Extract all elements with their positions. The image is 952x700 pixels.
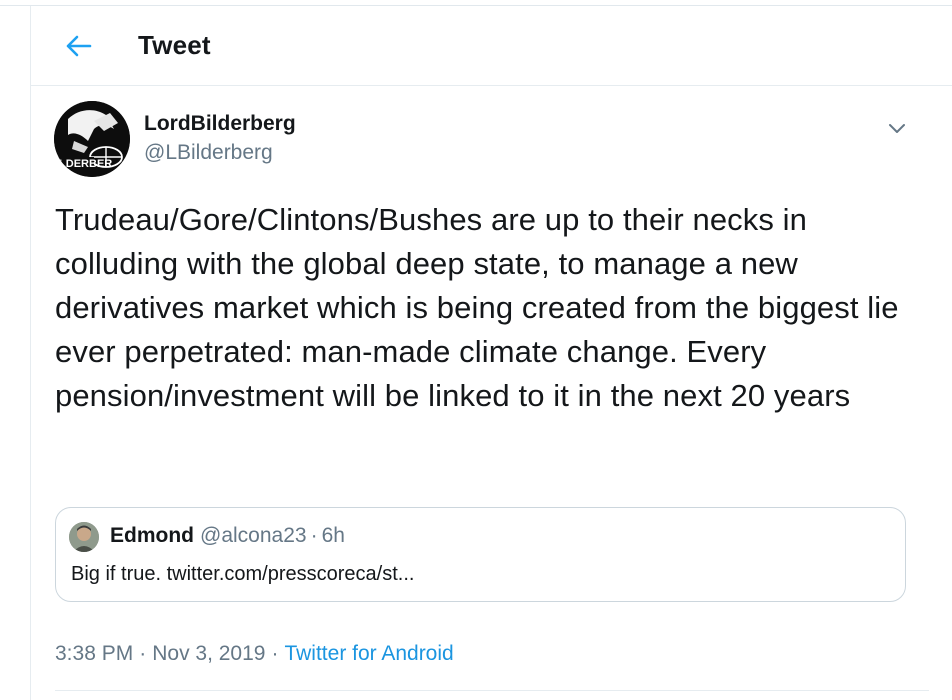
tweet-menu-button[interactable] — [881, 112, 913, 144]
quoted-display-name: Edmond — [110, 524, 194, 547]
author-display-name[interactable]: LordBilderberg — [144, 112, 296, 136]
page-title: Tweet — [138, 30, 211, 60]
tweet-meta: 3:38 PM · Nov 3, 2019 · Twitter for Android — [55, 642, 454, 666]
quoted-separator: · — [310, 524, 318, 547]
avatar[interactable]: ILDERBER — [54, 101, 130, 177]
tweet-column: Tweet ILDERBER LordBilderberg @LBilderbe… — [30, 6, 952, 700]
bottom-divider — [55, 690, 929, 691]
page-header: Tweet — [31, 6, 952, 86]
chevron-down-icon — [889, 124, 905, 133]
quoted-header: Edmond @alcona23 · 6h — [110, 524, 345, 548]
author-handle[interactable]: @LBilderberg — [144, 141, 273, 165]
quoted-time: 6h — [321, 524, 345, 547]
quoted-avatar — [69, 522, 99, 552]
meta-separator: · — [139, 642, 147, 665]
tweet-time[interactable]: 3:38 PM — [55, 642, 133, 665]
tweet-date[interactable]: Nov 3, 2019 — [152, 642, 265, 665]
quoted-text: Big if true. twitter.com/presscoreca/st.… — [71, 563, 415, 585]
arrow-left-icon — [66, 35, 92, 57]
meta-separator-2: · — [271, 642, 279, 665]
svg-text:ILDERBER: ILDERBER — [56, 158, 112, 170]
avatar-logo: ILDERBER — [54, 101, 130, 177]
quoted-handle: @alcona23 — [200, 524, 307, 547]
tweet-source-link[interactable]: Twitter for Android — [284, 642, 453, 665]
tweet-text: Trudeau/Gore/Clintons/Bushes are up to t… — [55, 202, 899, 413]
back-button[interactable] — [59, 28, 99, 64]
quoted-tweet-card[interactable]: Edmond @alcona23 · 6h Big if true. twitter.… — [55, 507, 906, 602]
